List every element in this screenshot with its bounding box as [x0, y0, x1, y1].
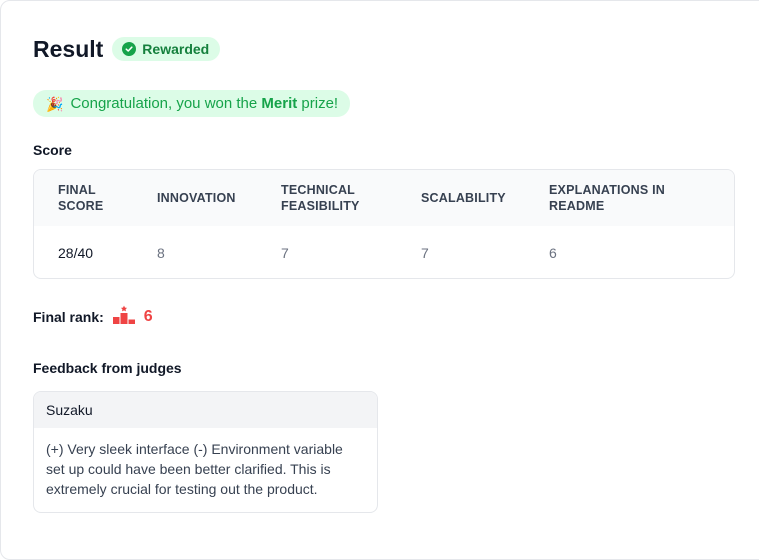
- final-rank-label: Final rank:: [33, 309, 104, 325]
- column-header-innovation: Innovation: [157, 191, 236, 205]
- party-popper-icon: 🎉: [46, 95, 64, 112]
- congratulation-text: Congratulation, you won the Merit prize!: [70, 95, 339, 112]
- score-table-row: 28/40 8 7 7 6: [34, 226, 734, 278]
- prize-name: Merit: [261, 95, 298, 112]
- technical-feasibility-value: 7: [281, 245, 289, 261]
- podium-icon: [112, 305, 136, 330]
- status-badge: Rewarded: [112, 37, 221, 61]
- final-rank: Final rank: 6: [33, 305, 153, 329]
- judge-name: Suzaku: [34, 392, 377, 428]
- feedback-text: (+) Very sleek interface (-) Environment…: [46, 441, 343, 497]
- congratulation-banner: 🎉 Congratulation, you won the Merit priz…: [33, 90, 351, 117]
- check-circle-icon: [122, 42, 137, 56]
- feedback-card: Suzaku (+) Very sleek interface (-) Envi…: [33, 391, 378, 513]
- final-score-value: 28/40: [58, 245, 94, 261]
- column-header-scalability: Scalability: [421, 191, 506, 205]
- score-section-title: Score: [33, 142, 72, 158]
- innovation-value: 8: [157, 245, 165, 261]
- scalability-value: 7: [421, 245, 429, 261]
- score-table-header: Final score Innovation Technical feasibi…: [34, 170, 734, 226]
- score-table: Final score Innovation Technical feasibi…: [33, 169, 735, 279]
- status-badge-label: Rewarded: [142, 41, 210, 57]
- column-header-technical-feasibility: Technical feasibility: [281, 183, 360, 213]
- result-header: Result Rewarded: [33, 34, 221, 64]
- page-title: Result: [33, 36, 104, 62]
- final-rank-value: 6: [143, 308, 153, 325]
- column-header-explanations: Explanations in README: [549, 183, 665, 213]
- explanations-value: 6: [549, 245, 557, 261]
- feedback-section-title: Feedback from judges: [33, 360, 182, 376]
- column-header-final-score: Final score: [58, 183, 104, 213]
